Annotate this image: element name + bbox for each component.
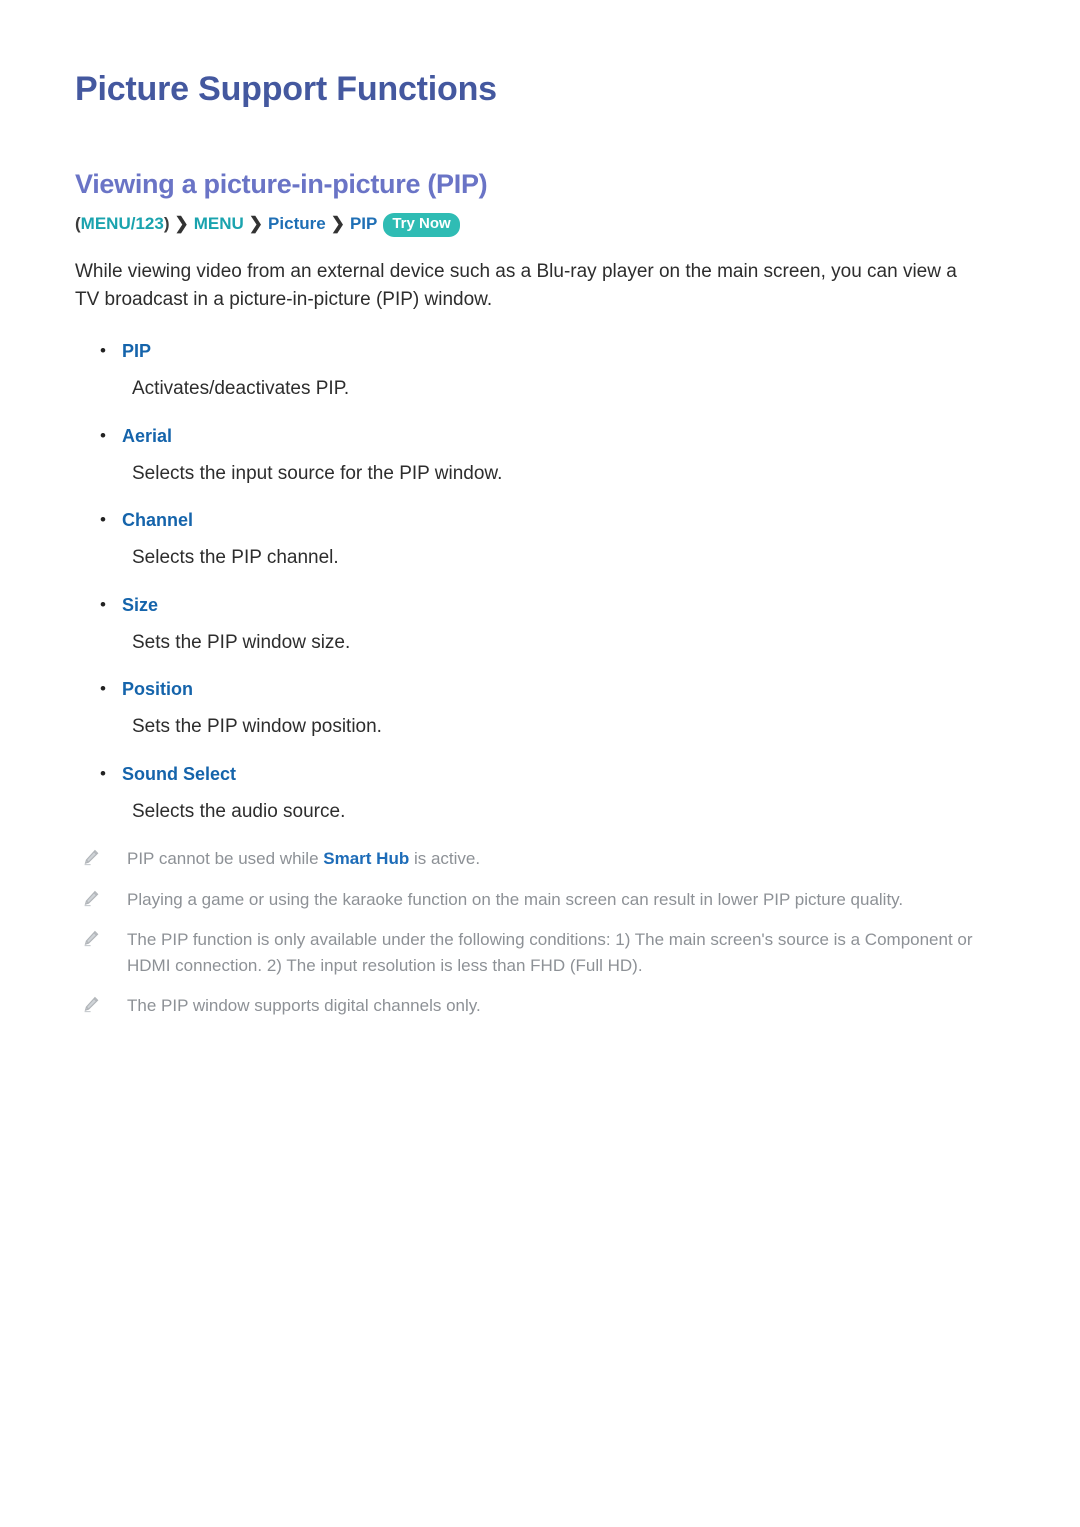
option-label: Position xyxy=(122,679,193,700)
breadcrumb-item-menu123[interactable]: MENU/123 xyxy=(81,214,164,233)
bullet-icon: • xyxy=(100,679,106,699)
note-item: Playing a game or using the karaoke func… xyxy=(75,887,985,913)
breadcrumb: (MENU/123) ❯ MENU ❯ Picture ❯ PIP Try Now xyxy=(75,212,985,238)
note-text-before: The PIP function is only available under… xyxy=(127,930,973,975)
note-text-before: Playing a game or using the karaoke func… xyxy=(127,889,904,909)
bullet-icon: • xyxy=(100,425,106,445)
breadcrumb-separator-icon: ❯ xyxy=(174,214,189,234)
option-description: Selects the input source for the PIP win… xyxy=(132,462,503,484)
option-item: • Position Sets the PIP window position. xyxy=(75,676,985,742)
note-text: The PIP function is only available under… xyxy=(127,927,985,978)
bullet-icon: • xyxy=(100,763,106,783)
try-now-badge[interactable]: Try Now xyxy=(383,213,460,237)
pencil-icon xyxy=(83,993,111,1013)
pencil-icon xyxy=(83,887,111,907)
breadcrumb-item-pip[interactable]: PIP xyxy=(350,214,377,233)
option-item: • Aerial Selects the input source for the … xyxy=(75,423,985,489)
option-label: Size xyxy=(122,594,159,615)
page-title: Picture Support Functions xyxy=(75,70,497,108)
option-label: Channel xyxy=(122,510,194,531)
option-header: • Position xyxy=(75,676,985,703)
note-text-before: The PIP window supports digital channels… xyxy=(127,996,481,1016)
option-item: • PIP Activates/deactivates PIP. xyxy=(75,338,985,404)
option-label: Sound Select xyxy=(122,763,237,784)
bullet-icon: • xyxy=(100,341,106,361)
option-item: • Size Sets the PIP window size. xyxy=(75,592,985,658)
page-content: Picture Support Functions Viewing a pict… xyxy=(75,0,985,1034)
option-header: • Size xyxy=(75,592,985,619)
option-list: • PIP Activates/deactivates PIP. • Aerial Sel… xyxy=(75,338,985,826)
note-link-smart-hub[interactable]: Smart Hub xyxy=(323,849,409,868)
option-header: • PIP xyxy=(75,338,985,365)
pencil-icon xyxy=(83,927,111,947)
manual-page: Picture Support Functions Viewing a pict… xyxy=(0,0,1080,1527)
option-description: Selects the audio source. xyxy=(132,800,346,822)
option-description: Sets the PIP window size. xyxy=(132,631,351,653)
bullet-icon: • xyxy=(100,594,106,614)
breadcrumb-item-menu[interactable]: MENU xyxy=(194,214,244,233)
option-header: • Aerial xyxy=(75,423,985,450)
option-label: Aerial xyxy=(122,425,173,446)
note-text-after: is active. xyxy=(409,849,481,869)
option-label: PIP xyxy=(122,341,152,362)
breadcrumb-separator-icon: ❯ xyxy=(248,214,264,234)
option-description: Selects the PIP channel. xyxy=(132,547,339,569)
intro-paragraph: While viewing video from an external dev… xyxy=(75,260,957,310)
option-description: Sets the PIP window position. xyxy=(132,716,382,738)
note-item: PIP cannot be used while Smart Hub is ac… xyxy=(75,846,985,872)
note-text: Playing a game or using the karaoke func… xyxy=(127,887,903,913)
option-header: • Sound Select xyxy=(75,761,985,788)
note-list: PIP cannot be used while Smart Hub is ac… xyxy=(75,846,985,1019)
option-header: • Channel xyxy=(75,507,985,534)
breadcrumb-item-picture[interactable]: Picture xyxy=(268,214,326,233)
section-title: Viewing a picture-in-picture (PIP) xyxy=(75,169,488,200)
bullet-icon: • xyxy=(100,510,106,530)
note-item: The PIP function is only available under… xyxy=(75,927,985,978)
option-description: Activates/deactivates PIP. xyxy=(132,378,350,400)
option-item: • Sound Select Selects the audio source. xyxy=(75,761,985,827)
note-text: The PIP window supports digital channels… xyxy=(127,993,481,1019)
option-item: • Channel Selects the PIP channel. xyxy=(75,507,985,573)
breadcrumb-separator-icon: ❯ xyxy=(330,214,345,234)
note-text: PIP cannot be used while Smart Hub is ac… xyxy=(127,846,480,872)
note-text-before: PIP cannot be used while xyxy=(127,849,324,869)
note-item: The PIP window supports digital channels… xyxy=(75,993,985,1019)
pencil-icon xyxy=(83,846,111,866)
